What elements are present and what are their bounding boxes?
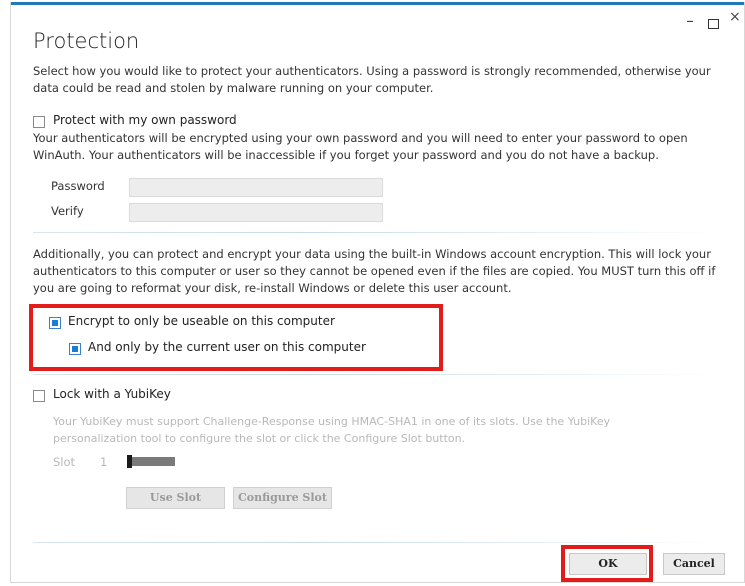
configure-slot-button[interactable]: Configure Slot — [233, 487, 332, 509]
password-label: Password — [51, 179, 105, 193]
ok-button[interactable]: OK — [569, 553, 647, 575]
use-slot-button[interactable]: Use Slot — [126, 487, 225, 509]
verify-label: Verify — [51, 204, 84, 218]
section-divider — [33, 374, 723, 375]
password-description: Your authenticators will be encrypted us… — [33, 131, 688, 162]
close-icon[interactable]: × — [729, 9, 741, 25]
intro-text: Select how you would like to protect you… — [33, 64, 711, 95]
slot-slider[interactable] — [129, 457, 175, 466]
protect-password-label: Protect with my own password — [53, 113, 237, 127]
minimize-icon[interactable]: _ — [687, 8, 693, 22]
encrypt-user-checkbox[interactable] — [69, 343, 81, 355]
protect-password-checkbox[interactable] — [33, 116, 45, 128]
encrypt-user-label: And only by the current user on this com… — [88, 340, 366, 354]
dialog-title: Protection — [33, 29, 140, 53]
slot-label: Slot — [53, 455, 76, 469]
slot-value: 1 — [100, 455, 108, 469]
verify-input[interactable] — [129, 203, 383, 222]
protection-dialog: _ × Protection Select how you would like… — [10, 2, 745, 583]
section-divider — [33, 232, 723, 233]
cancel-button[interactable]: Cancel — [663, 553, 725, 575]
windows-encryption-description: Additionally, you can protect and encryp… — [33, 247, 716, 295]
slot-slider-thumb[interactable] — [127, 455, 132, 468]
encrypt-machine-label: Encrypt to only be useable on this compu… — [68, 314, 335, 328]
yubikey-label: Lock with a YubiKey — [53, 387, 171, 401]
maximize-icon[interactable] — [708, 19, 719, 29]
password-input[interactable] — [129, 178, 383, 197]
window-accent-bar — [11, 2, 744, 5]
yubikey-checkbox[interactable] — [33, 390, 45, 402]
footer-divider — [33, 542, 723, 543]
yubikey-description: Your YubiKey must support Challenge-Resp… — [53, 415, 611, 445]
encrypt-machine-checkbox[interactable] — [49, 317, 61, 329]
